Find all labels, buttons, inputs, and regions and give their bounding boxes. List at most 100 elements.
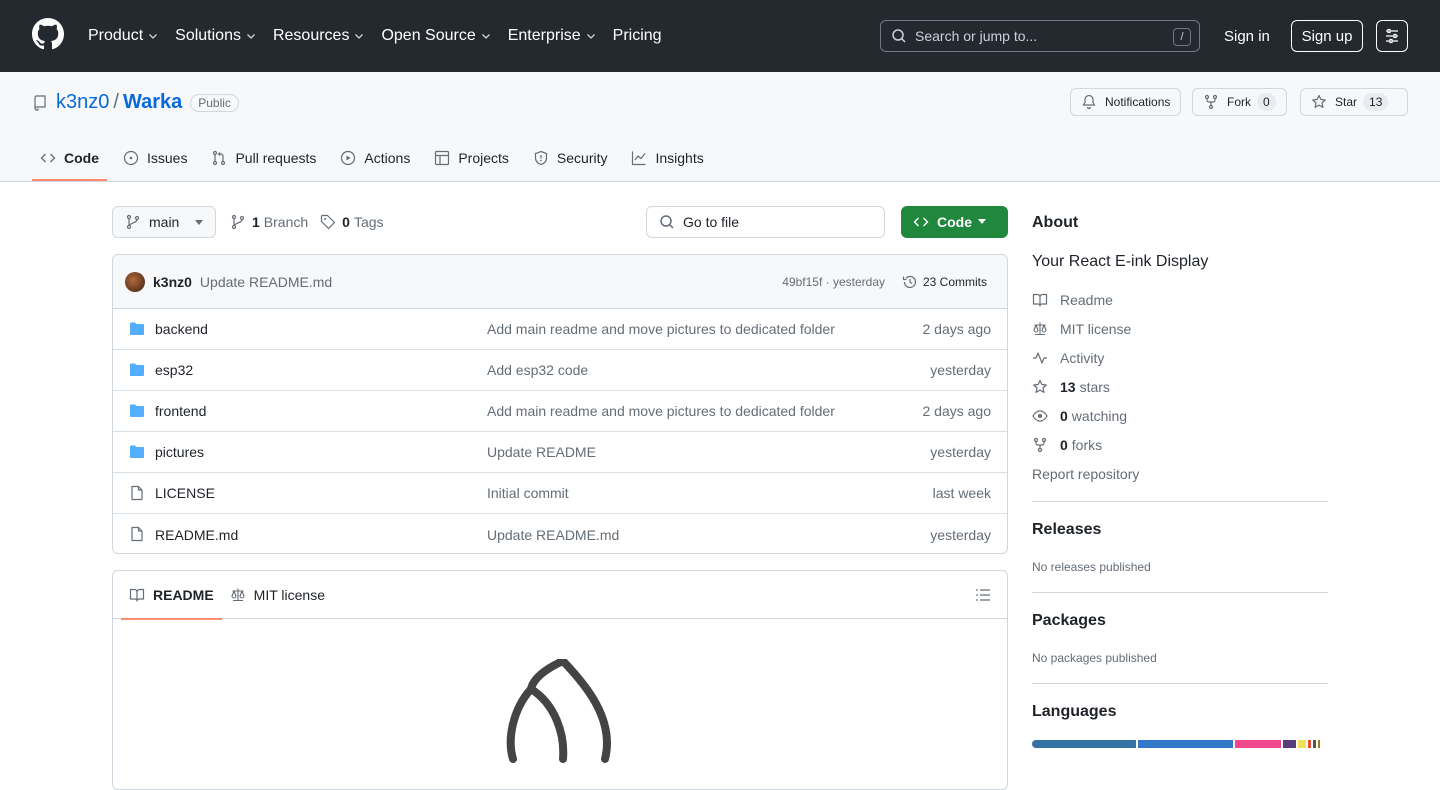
nav-enterprise[interactable]: Enterprise [508,27,597,45]
tab-actions[interactable]: Actions [332,136,418,180]
chevron-down-icon [147,30,159,42]
law-icon [230,587,254,603]
watchers-link[interactable]: 0 watching [1032,408,1127,424]
repo-name-link[interactable]: Warka [123,91,182,114]
table-row[interactable]: esp32 Add esp32 code yesterday [113,350,1007,391]
file-commit-message[interactable]: Add main readme and move pictures to ded… [487,321,835,337]
file-commit-message[interactable]: Update README [487,444,596,460]
go-to-file-input[interactable]: Go to file [646,206,885,238]
chevron-down-icon [585,30,597,42]
file-commit-message[interactable]: Add esp32 code [487,362,588,378]
sign-in-link[interactable]: Sign in [1216,20,1278,52]
file-commit-date: last week [932,485,991,501]
language-segment [1313,740,1316,748]
file-name-link[interactable]: frontend [155,403,206,419]
file-icon [129,485,145,501]
file-name-link[interactable]: backend [155,321,208,337]
chevron-down-icon [480,30,492,42]
tab-projects[interactable]: Projects [426,136,517,180]
play-icon [340,150,364,166]
tab-label: README [153,586,214,603]
stars-count: 13 [1060,379,1076,395]
repo-owner-link[interactable]: k3nz0 [56,91,109,114]
branch-label: Branch [263,214,309,230]
nav-label: Resources [272,27,350,44]
language-segment [1138,740,1233,748]
commit-message-link[interactable]: Update README.md [200,274,332,290]
nav-open-source[interactable]: Open Source [381,27,491,45]
sliders-menu-button[interactable] [1376,20,1408,52]
repo-tabs: Code Issues Pull requests Actions Projec… [32,136,720,182]
issue-icon [123,150,147,166]
tab-readme[interactable]: README [121,571,222,620]
activity-label: Activity [1060,350,1105,366]
tag-icon [320,214,336,230]
table-row[interactable]: README.md Update README.md yesterday [113,514,1007,553]
branch-count: 1 [252,214,260,230]
license-label: MIT license [1060,321,1132,337]
commits-link[interactable]: 23 Commits [902,274,987,290]
top-nav: Product Solutions Resources Open Source … [88,0,678,72]
nav-solutions[interactable]: Solutions [175,27,257,45]
nav-resources[interactable]: Resources [273,27,365,45]
tab-insights[interactable]: Insights [623,136,711,180]
table-row[interactable]: pictures Update README yesterday [113,432,1007,473]
branch-name: main [149,214,180,230]
table-row[interactable]: backend Add main readme and move picture… [113,309,1007,350]
folder-icon [129,362,145,378]
file-commit-message[interactable]: Update README.md [487,527,619,543]
file-name-link[interactable]: README.md [155,527,238,543]
tab-label: Projects [458,150,509,166]
tab-issues[interactable]: Issues [115,136,195,180]
releases-heading[interactable]: Releases [1032,521,1101,539]
tab-code[interactable]: Code [32,136,107,181]
language-segment [1235,740,1281,748]
nav-label: Solutions [175,27,241,44]
list-icon[interactable] [975,587,991,603]
repo-meta-links: 1 Branch 0 Tags [230,206,396,238]
packages-heading[interactable]: Packages [1032,612,1106,630]
activity-link[interactable]: Activity [1032,350,1104,366]
table-row[interactable]: LICENSE Initial commit last week [113,473,1007,514]
nav-pricing[interactable]: Pricing [613,27,662,45]
table-row[interactable]: frontend Add main readme and move pictur… [113,391,1007,432]
license-link[interactable]: MIT license [1032,321,1131,337]
fork-button[interactable]: Fork 0 [1192,88,1287,116]
forks-link[interactable]: 0 forks [1032,437,1102,453]
file-commit-date: yesterday [930,444,991,460]
star-button[interactable]: Star 13 [1300,88,1408,116]
readme-link[interactable]: Readme [1032,292,1113,308]
readme-tabs: README MIT license [113,571,1007,620]
watching-count: 0 [1060,408,1068,424]
report-repository-link[interactable]: Report repository [1032,466,1139,482]
tab-security[interactable]: Security [525,136,616,180]
search-input[interactable]: Search or jump to... / [880,20,1200,52]
notifications-button[interactable]: Notifications [1070,88,1182,116]
commit-author-link[interactable]: k3nz0 [153,274,192,290]
tab-license[interactable]: MIT license [222,571,333,619]
tags-link[interactable]: 0 Tags [320,214,384,230]
file-commit-message[interactable]: Add main readme and move pictures to ded… [487,403,835,419]
file-name-link[interactable]: pictures [155,444,204,460]
star-icon [1311,94,1335,110]
readme-logo-image [505,659,625,769]
sign-up-button[interactable]: Sign up [1291,20,1363,52]
file-name-link[interactable]: LICENSE [155,485,215,501]
fork-icon [1032,437,1060,453]
branch-selector[interactable]: main [112,206,216,238]
avatar[interactable] [125,271,145,292]
watching-label: watching [1071,408,1128,424]
commit-hash-time[interactable]: 49bf15f · yesterday [782,275,885,289]
file-commit-message[interactable]: Initial commit [487,485,569,501]
code-dropdown-button[interactable]: Code [901,206,1008,238]
releases-empty: No releases published [1032,560,1151,574]
divider [1032,592,1328,593]
nav-product[interactable]: Product [88,27,159,45]
file-name-link[interactable]: esp32 [155,362,193,378]
about-heading: About [1032,214,1079,231]
tab-pull-requests[interactable]: Pull requests [203,136,324,180]
law-icon [1032,321,1060,337]
github-logo-icon[interactable] [32,18,64,50]
stars-link[interactable]: 13 stars [1032,379,1110,395]
branches-link[interactable]: 1 Branch [230,214,308,230]
